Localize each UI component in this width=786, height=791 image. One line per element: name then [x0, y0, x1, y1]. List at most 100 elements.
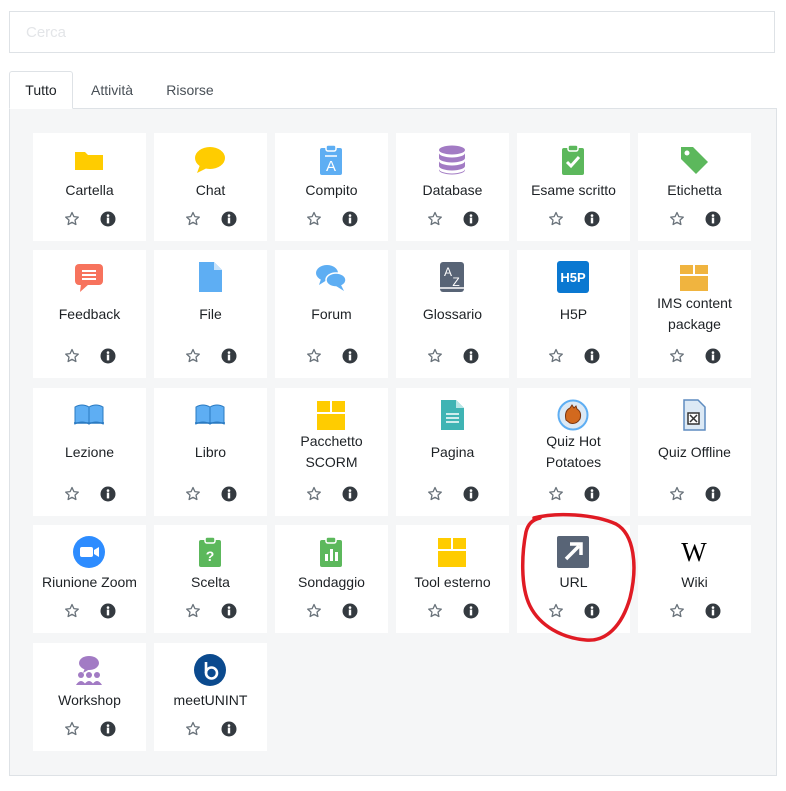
module-tile-meetunint[interactable]: meetUNINT [154, 643, 267, 751]
star-icon[interactable] [64, 603, 80, 619]
page-icon [436, 399, 468, 431]
info-icon[interactable] [584, 486, 600, 502]
info-icon[interactable] [463, 603, 479, 619]
module-tile-sondaggio[interactable]: Sondaggio [275, 525, 388, 633]
module-label: Wiki [681, 573, 708, 590]
module-label: Database [422, 181, 483, 198]
module-tile-lezione[interactable]: Lezione [33, 388, 146, 516]
lesson-icon [73, 399, 105, 431]
info-icon[interactable] [100, 603, 116, 619]
star-icon[interactable] [427, 486, 443, 502]
module-tile-esame-scritto[interactable]: Esame scritto [517, 133, 630, 241]
module-label: Quiz Hot Potatoes [545, 433, 602, 470]
module-tile-wiki[interactable]: W Wiki [638, 525, 751, 633]
search-box[interactable] [9, 11, 775, 53]
module-label: Lezione [64, 443, 115, 460]
module-tile-file[interactable]: File [154, 250, 267, 378]
info-icon[interactable] [705, 603, 721, 619]
star-icon[interactable] [185, 348, 201, 364]
module-label: Feedback [58, 305, 121, 322]
module-tile-quiz-hot-potatoes[interactable]: Quiz Hot Potatoes [517, 388, 630, 516]
svg-text:Z: Z [452, 275, 459, 289]
star-icon[interactable] [306, 603, 322, 619]
info-icon[interactable] [342, 211, 358, 227]
module-tile-cartella[interactable]: Cartella [33, 133, 146, 241]
feedback-icon [73, 261, 105, 293]
info-icon[interactable] [221, 348, 237, 364]
module-tile-etichetta[interactable]: Etichetta [638, 133, 751, 241]
info-icon[interactable] [100, 486, 116, 502]
module-label: Quiz Offline [658, 443, 731, 460]
info-icon[interactable] [221, 486, 237, 502]
star-icon[interactable] [185, 211, 201, 227]
star-icon[interactable] [185, 721, 201, 737]
star-icon[interactable] [669, 348, 685, 364]
module-tile-ims-content-package[interactable]: IMS content package [638, 250, 751, 378]
file-icon [194, 261, 226, 293]
module-tile-url[interactable]: URL [517, 525, 630, 633]
module-tile-feedback[interactable]: Feedback [33, 250, 146, 378]
module-label: Forum [311, 305, 352, 322]
tab-resources[interactable]: Risorse [155, 71, 225, 109]
module-label: Etichetta [667, 181, 722, 198]
tab-all[interactable]: Tutto [9, 71, 73, 109]
module-tile-forum[interactable]: Forum [275, 250, 388, 378]
module-label: Riunione Zoom [42, 573, 137, 590]
info-icon[interactable] [100, 348, 116, 364]
star-icon[interactable] [548, 348, 564, 364]
module-tile-tool-esterno[interactable]: Tool esterno [396, 525, 509, 633]
module-tile-h5p[interactable]: H5P H5P [517, 250, 630, 378]
info-icon[interactable] [705, 486, 721, 502]
star-icon[interactable] [669, 211, 685, 227]
info-icon[interactable] [463, 486, 479, 502]
star-icon[interactable] [548, 211, 564, 227]
star-icon[interactable] [185, 486, 201, 502]
star-icon[interactable] [306, 486, 322, 502]
module-tile-pagina[interactable]: Pagina [396, 388, 509, 516]
module-tile-chat[interactable]: Chat [154, 133, 267, 241]
module-tile-pacchetto-scorm[interactable]: Pacchetto SCORM [275, 388, 388, 516]
info-icon[interactable] [705, 348, 721, 364]
star-icon[interactable] [306, 211, 322, 227]
module-tile-libro[interactable]: Libro [154, 388, 267, 516]
hot-potatoes-icon [557, 399, 589, 431]
info-icon[interactable] [463, 211, 479, 227]
module-label: Cartella [65, 181, 114, 198]
star-icon[interactable] [185, 603, 201, 619]
info-icon[interactable] [342, 348, 358, 364]
module-tile-compito[interactable]: A Compito [275, 133, 388, 241]
info-icon[interactable] [221, 721, 237, 737]
star-icon[interactable] [64, 721, 80, 737]
search-input[interactable] [10, 12, 774, 52]
info-icon[interactable] [705, 211, 721, 227]
star-icon[interactable] [669, 486, 685, 502]
star-icon[interactable] [427, 211, 443, 227]
star-icon[interactable] [427, 348, 443, 364]
star-icon[interactable] [548, 486, 564, 502]
info-icon[interactable] [342, 603, 358, 619]
info-icon[interactable] [100, 721, 116, 737]
star-icon[interactable] [64, 486, 80, 502]
star-icon[interactable] [64, 348, 80, 364]
info-icon[interactable] [584, 348, 600, 364]
star-icon[interactable] [427, 603, 443, 619]
info-icon[interactable] [584, 603, 600, 619]
star-icon[interactable] [64, 211, 80, 227]
info-icon[interactable] [463, 348, 479, 364]
star-icon[interactable] [548, 603, 564, 619]
module-tile-glossario[interactable]: A Z Glossario [396, 250, 509, 378]
module-label: meetUNINT [173, 691, 248, 708]
module-tile-quiz-offline[interactable]: Quiz Offline [638, 388, 751, 516]
module-tile-scelta[interactable]: ? Scelta [154, 525, 267, 633]
module-tile-workshop[interactable]: Workshop [33, 643, 146, 751]
info-icon[interactable] [221, 603, 237, 619]
info-icon[interactable] [100, 211, 116, 227]
star-icon[interactable] [669, 603, 685, 619]
info-icon[interactable] [342, 486, 358, 502]
info-icon[interactable] [584, 211, 600, 227]
module-tile-riunione-zoom[interactable]: Riunione Zoom [33, 525, 146, 633]
star-icon[interactable] [306, 348, 322, 364]
tab-activities[interactable]: Attività [75, 71, 149, 109]
info-icon[interactable] [221, 211, 237, 227]
module-tile-database[interactable]: Database [396, 133, 509, 241]
